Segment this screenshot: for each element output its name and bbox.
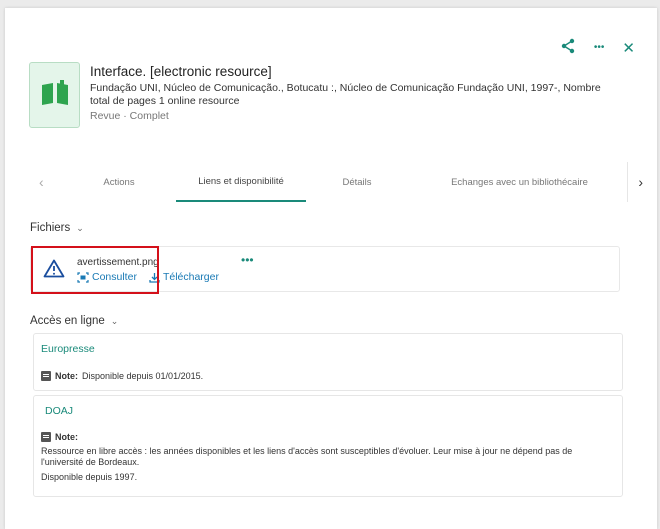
- share-icon[interactable]: [560, 38, 576, 58]
- view-icon: [77, 271, 89, 283]
- note-line: Note: Disponible depuis 01/01/2015.: [41, 371, 203, 381]
- tab-details[interactable]: Détails: [327, 162, 387, 202]
- note-label: Note:: [55, 432, 78, 442]
- note-text-availability: Disponible depuis 1997.: [41, 472, 138, 482]
- record-description: Fundação UNI, Núcleo de Comunicação., Bo…: [90, 82, 601, 107]
- tab-actions[interactable]: Actions: [79, 162, 159, 202]
- record-thumbnail: [29, 62, 80, 128]
- files-section-header[interactable]: Fichiers ⌄: [30, 222, 84, 234]
- note-label: Note:: [55, 371, 78, 381]
- file-name: avertissement.png: [77, 257, 159, 268]
- tab-prev-arrow[interactable]: ‹: [39, 162, 44, 202]
- note-icon: [41, 432, 51, 442]
- chevron-down-icon: ⌄: [76, 222, 84, 233]
- online-access-section-title: Accès en ligne: [30, 315, 105, 327]
- access-card-europresse: Europresse Note: Disponible depuis 01/01…: [33, 333, 623, 391]
- more-options-icon[interactable]: •••: [594, 43, 605, 53]
- file-more-options-icon[interactable]: •••: [241, 253, 254, 267]
- download-label: Télécharger: [162, 271, 219, 283]
- tab-echanges-bibliothecaire[interactable]: Echanges avec un bibliothécaire: [432, 162, 607, 202]
- file-actions: Consulter Télécharger: [77, 271, 219, 283]
- tab-liens-et-disponibilite[interactable]: Liens et disponibilité: [176, 162, 306, 202]
- tab-next-arrow[interactable]: ›: [627, 162, 643, 202]
- note-icon: [41, 371, 51, 381]
- consult-button[interactable]: Consulter: [77, 271, 137, 283]
- download-button[interactable]: Télécharger: [149, 271, 219, 283]
- access-link-doaj[interactable]: DOAJ: [45, 405, 73, 417]
- access-card-doaj: DOAJ Note: Ressource en libre accès : le…: [33, 395, 623, 497]
- header-actions: ••• ✕: [560, 38, 635, 58]
- record-type-status: Revue · Complet: [90, 110, 169, 122]
- note-text: Disponible depuis 01/01/2015.: [82, 371, 204, 381]
- download-icon: [149, 272, 160, 283]
- warning-triangle-icon: [43, 259, 65, 283]
- record-info: Interface. [electronic resource] Fundaçã…: [90, 64, 610, 122]
- record-details-panel: ••• ✕ Interface. [electronic resource] F…: [5, 8, 657, 529]
- tab-bar: ‹ Actions Liens et disponibilité Détails…: [27, 162, 649, 204]
- files-section-title: Fichiers: [30, 222, 71, 234]
- record-title: Interface. [electronic resource]: [90, 64, 272, 79]
- note-line: Note:: [41, 432, 78, 442]
- chevron-down-icon: ⌄: [110, 315, 119, 326]
- access-link-europresse[interactable]: Europresse: [41, 343, 95, 355]
- close-icon[interactable]: ✕: [622, 41, 635, 56]
- file-card: avertissement.png ••• Consulter Téléchar…: [30, 246, 620, 292]
- online-access-section-header[interactable]: Accès en ligne ⌄: [30, 315, 118, 327]
- consult-label: Consulter: [92, 271, 137, 283]
- book-open-icon: [40, 79, 70, 111]
- note-text: Ressource en libre accès : les années di…: [41, 446, 573, 467]
